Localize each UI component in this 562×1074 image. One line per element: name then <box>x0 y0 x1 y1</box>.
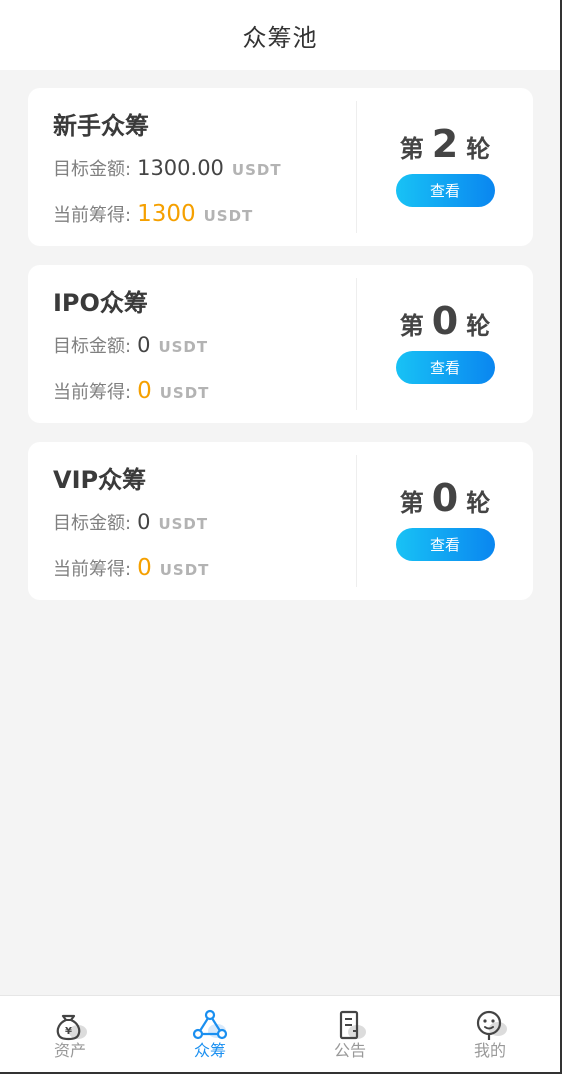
target-label: 目标金额: <box>53 513 132 534</box>
target-label: 目标金额: <box>53 159 132 180</box>
card-info: VIP众筹 目标金额: 0 USDT 当前筹得: 0 USDT <box>28 442 357 600</box>
crowdfund-card-vip: VIP众筹 目标金额: 0 USDT 当前筹得: 0 USDT 第 0 轮 查看 <box>28 442 533 600</box>
app-screen: 众筹池 新手众筹 目标金额: 1300.00 USDT 当前筹得: 1300 U… <box>0 0 560 1072</box>
target-value: 0 <box>137 333 151 357</box>
round-suffix: 轮 <box>466 135 491 163</box>
crowdfund-network-icon <box>192 1009 228 1040</box>
round-indicator: 第 2 轮 <box>400 124 490 164</box>
round-suffix: 轮 <box>466 312 491 340</box>
round-indicator: 第 0 轮 <box>400 301 490 341</box>
view-button[interactable]: 查看 <box>395 351 495 384</box>
user-profile-icon <box>476 1010 507 1040</box>
round-indicator: 第 0 轮 <box>400 478 490 518</box>
round-prefix: 第 <box>399 135 424 163</box>
current-value: 0 <box>137 378 152 404</box>
crowdfund-card-novice: 新手众筹 目标金额: 1300.00 USDT 当前筹得: 1300 USDT … <box>28 88 533 246</box>
card-title: IPO众筹 <box>53 289 148 317</box>
tab-label: 我的 <box>473 1041 506 1060</box>
current-amount-row: 当前筹得: 0 USDT <box>53 378 357 408</box>
target-value: 1300.00 <box>137 156 224 180</box>
crowdfund-card-ipo: IPO众筹 目标金额: 0 USDT 当前筹得: 0 USDT 第 0 轮 查看 <box>28 265 533 423</box>
card-info: 新手众筹 目标金额: 1300.00 USDT 当前筹得: 1300 USDT <box>28 88 357 246</box>
round-number: 0 <box>431 299 459 343</box>
target-unit: USDT <box>158 338 209 356</box>
round-panel: 第 0 轮 查看 <box>357 265 533 423</box>
card-info: IPO众筹 目标金额: 0 USDT 当前筹得: 0 USDT <box>28 265 357 423</box>
top-bar: 众筹池 <box>0 0 560 70</box>
current-label: 当前筹得: <box>53 382 132 403</box>
current-unit: USDT <box>159 384 210 402</box>
card-divider <box>356 101 357 233</box>
card-title: 新手众筹 <box>53 112 149 140</box>
round-panel: 第 2 轮 查看 <box>357 88 533 246</box>
current-unit: USDT <box>203 207 254 225</box>
target-unit: USDT <box>231 161 282 179</box>
view-button[interactable]: 查看 <box>395 174 495 207</box>
current-label: 当前筹得: <box>53 559 132 580</box>
target-amount-row: 目标金额: 0 USDT <box>53 509 357 537</box>
tab-label: 众筹 <box>193 1041 226 1060</box>
card-divider <box>356 455 357 587</box>
current-label: 当前筹得: <box>53 205 132 226</box>
view-button[interactable]: 查看 <box>395 528 495 561</box>
tab-assets[interactable]: ¥ 资产 <box>0 996 140 1072</box>
round-prefix: 第 <box>399 312 424 340</box>
round-number: 0 <box>431 476 459 520</box>
page-title: 众筹池 <box>242 23 318 52</box>
tab-profile[interactable]: 我的 <box>420 996 560 1072</box>
tab-announcements[interactable]: 公告 <box>280 996 420 1072</box>
tab-crowdfund[interactable]: 众筹 <box>140 996 280 1072</box>
current-amount-row: 当前筹得: 1300 USDT <box>53 201 357 231</box>
card-title: VIP众筹 <box>53 466 147 494</box>
target-label: 目标金额: <box>53 336 132 357</box>
target-amount-row: 目标金额: 1300.00 USDT <box>53 155 357 183</box>
money-bag-icon: ¥ <box>56 1014 87 1041</box>
round-panel: 第 0 轮 查看 <box>357 442 533 600</box>
current-amount-row: 当前筹得: 0 USDT <box>53 555 357 585</box>
round-number: 2 <box>431 122 459 166</box>
tab-label: 资产 <box>53 1041 86 1060</box>
target-value: 0 <box>137 510 151 534</box>
target-amount-row: 目标金额: 0 USDT <box>53 332 357 360</box>
round-prefix: 第 <box>399 489 424 517</box>
announcement-document-icon <box>339 1010 366 1040</box>
target-unit: USDT <box>158 515 209 533</box>
card-divider <box>356 278 357 410</box>
current-value: 0 <box>137 555 152 581</box>
current-unit: USDT <box>159 561 210 579</box>
bottom-tab-bar: ¥ 资产 众筹 公告 我的 <box>0 995 560 1072</box>
crowdfund-list: 新手众筹 目标金额: 1300.00 USDT 当前筹得: 1300 USDT … <box>0 70 560 600</box>
current-value: 1300 <box>137 201 196 227</box>
svg-text:¥: ¥ <box>65 1026 72 1037</box>
round-suffix: 轮 <box>466 489 491 517</box>
tab-label: 公告 <box>333 1041 366 1060</box>
